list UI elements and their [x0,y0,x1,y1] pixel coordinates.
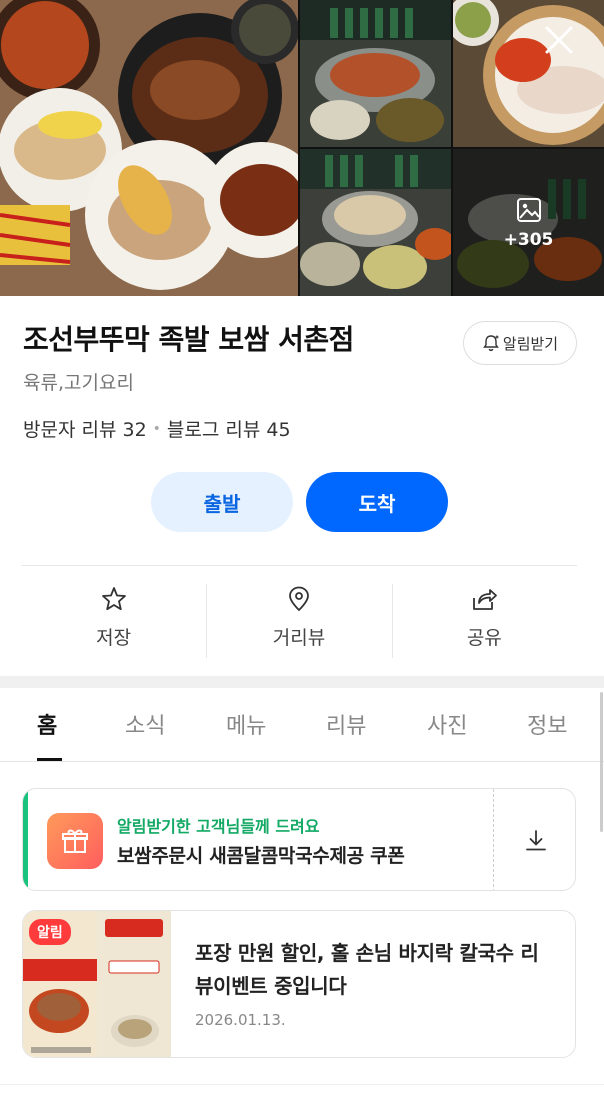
coupon-title: 보쌈주문시 새콤달콤막국수제공 쿠폰 [117,845,405,867]
alarm-subscribe-button[interactable]: 알림받기 [463,321,577,365]
alarm-label: 알림받기 [502,334,559,353]
tab-home[interactable]: 홈 [37,708,57,740]
gift-icon [62,829,88,853]
visitor-review-link[interactable]: 방문자 리뷰 32 [23,415,147,442]
tab-photos[interactable]: 사진 [427,708,467,740]
tab-news[interactable]: 소식 [125,708,165,740]
coupon-icon-box [47,813,103,869]
tab-info[interactable]: 정보 [527,708,567,740]
coupon-download-button[interactable] [494,789,575,890]
street-view-button[interactable]: 거리뷰 [206,566,391,666]
coupon-subtitle: 알림받기한 고객님들께 드려요 [117,817,320,836]
blog-review-link[interactable]: 블로그 리뷰 45 [167,415,291,442]
main-photo[interactable] [0,0,298,296]
news-card[interactable]: 알림 포장 만원 할인, 홀 손님 바지락 칼국수 리뷰이벤트 중입니다 202… [22,910,576,1058]
map-pin-icon [289,586,309,611]
place-name: 조선부뚜막 족발 보쌈 서촌점 [23,323,354,356]
bell-plus-icon [482,335,499,352]
share-button[interactable]: 공유 [391,566,577,666]
save-label: 저장 [96,626,132,649]
coupon-card[interactable]: 알림받기한 고객님들께 드려요 보쌈주문시 새콤달콤막국수제공 쿠폰 [22,788,576,891]
bottom-divider [0,1084,604,1085]
news-badge: 알림 [29,919,71,945]
street-view-label: 거리뷰 [272,626,326,649]
tab-menu[interactable]: 메뉴 [226,708,266,740]
tab-bar: 홈 소식 메뉴 리뷰 사진 정보 [0,688,604,762]
download-icon [525,829,546,850]
close-button[interactable] [539,20,579,60]
gallery-photo-2[interactable] [453,0,604,147]
news-date: 2026.01.13. [195,1011,286,1029]
more-photos-count: +305 [503,229,554,250]
section-separator [0,676,604,688]
coupon-accent-bar [23,789,28,890]
place-category: 육류,고기요리 [23,372,134,394]
scrollbar-thumb[interactable] [600,692,603,832]
news-thumbnail: 알림 [23,911,171,1057]
photo-gallery: +305 [0,0,604,296]
action-bar: 저장 거리뷰 공유 [21,566,577,666]
image-stack-icon [516,197,541,222]
arrive-button[interactable]: 도착 [306,472,448,532]
review-separator: • [152,420,161,437]
depart-button[interactable]: 출발 [151,472,293,532]
close-icon [545,26,573,54]
gallery-photo-1[interactable] [300,0,451,147]
active-tab-indicator [37,758,62,761]
review-summary: 방문자 리뷰 32 • 블로그 리뷰 45 [23,415,291,442]
star-icon [101,586,126,610]
news-title: 포장 만원 할인, 홀 손님 바지락 칼국수 리뷰이벤트 중입니다 [195,941,539,998]
more-photos-overlay[interactable]: +305 [453,149,604,296]
share-label: 공유 [466,626,502,649]
tab-reviews[interactable]: 리뷰 [326,708,366,740]
share-icon [473,588,498,610]
save-button[interactable]: 저장 [21,566,206,666]
gallery-photo-3[interactable] [300,149,451,296]
